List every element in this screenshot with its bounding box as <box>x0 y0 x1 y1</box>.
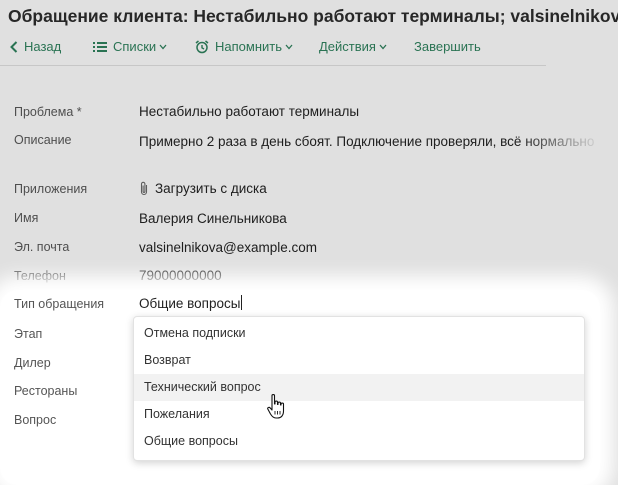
finish-button[interactable]: Завершить <box>414 39 481 54</box>
toolbar-divider <box>0 65 546 66</box>
dropdown-option-hovered[interactable]: Технический вопрос <box>134 374 584 401</box>
problem-label: Проблема * <box>14 105 82 119</box>
stage-label: Этап <box>14 327 43 341</box>
upload-from-disk-link[interactable]: Загрузить с диска <box>139 181 267 196</box>
name-value[interactable]: Валерия Синельникова <box>139 211 287 226</box>
request-type-value: Общие вопросы <box>139 296 241 311</box>
finish-label: Завершить <box>414 39 481 54</box>
dropdown-option[interactable]: Возврат <box>134 347 584 374</box>
problem-value[interactable]: Нестабильно работают терминалы <box>139 104 359 119</box>
email-label: Эл. почта <box>14 240 70 254</box>
alarm-clock-icon <box>195 39 209 53</box>
lists-label: Списки <box>113 39 157 54</box>
page: Обращение клиента: Нестабильно работают … <box>0 0 618 485</box>
dropdown-option[interactable]: Общие вопросы <box>134 428 584 455</box>
attachments-label: Приложения <box>14 182 88 196</box>
email-value[interactable]: valsinelnikova@example.com <box>139 240 317 255</box>
upload-label: Загрузить с диска <box>155 181 267 196</box>
page-title: Обращение клиента: Нестабильно работают … <box>8 6 618 26</box>
description-fade <box>520 130 618 154</box>
hand-pointer-cursor-icon <box>267 394 285 419</box>
remind-menu-button[interactable]: Напомнить <box>195 39 293 54</box>
toolbar: Назад Списки Напомнить Действия Завершит… <box>0 36 618 62</box>
chevron-left-icon <box>10 40 18 53</box>
dropdown-option[interactable]: Пожелания <box>134 401 584 428</box>
text-caret <box>241 295 243 310</box>
question-label: Вопрос <box>14 413 57 427</box>
request-type-label: Тип обращения <box>14 297 105 311</box>
actions-label: Действия <box>319 39 376 54</box>
back-button[interactable]: Назад <box>10 39 61 54</box>
request-type-input[interactable]: Общие вопросы <box>139 295 243 311</box>
chevron-down-icon <box>285 44 293 49</box>
dealer-label: Дилер <box>14 356 51 370</box>
chevron-down-icon <box>159 44 167 49</box>
paperclip-icon <box>140 181 148 196</box>
remind-label: Напомнить <box>215 39 282 54</box>
actions-menu-button[interactable]: Действия <box>319 39 387 54</box>
phone-value[interactable]: 79000000000 <box>139 268 222 283</box>
phone-label: Телефон <box>14 269 66 283</box>
request-type-dropdown: Отмена подписки Возврат Технический вопр… <box>133 316 585 461</box>
chevron-down-icon <box>379 44 387 49</box>
dropdown-option[interactable]: Отмена подписки <box>134 320 584 347</box>
lists-menu-button[interactable]: Списки <box>93 39 167 54</box>
back-label: Назад <box>24 39 62 54</box>
name-label: Имя <box>14 211 39 225</box>
restaurants-label: Рестораны <box>14 384 78 398</box>
description-label: Описание <box>14 133 72 147</box>
list-icon <box>93 41 107 52</box>
